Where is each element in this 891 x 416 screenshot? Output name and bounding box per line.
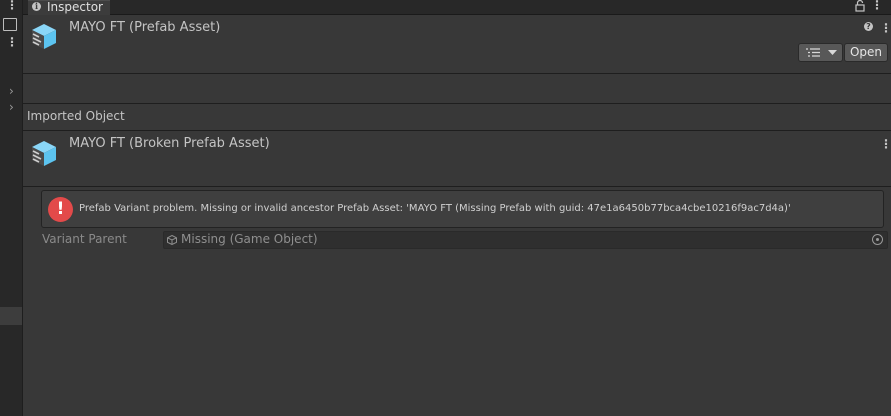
prefab-cube-icon (32, 24, 56, 49)
error-help-box: ! Prefab Variant problem. Missing or inv… (41, 190, 884, 228)
panel-menu-icon[interactable]: ⋮ (6, 0, 18, 11)
variant-parent-value: Missing (Game Object) (181, 232, 318, 246)
chevron-right-icon[interactable]: › (9, 84, 14, 98)
tab-inspector[interactable]: i Inspector (28, 0, 110, 15)
panel-menu-icon-2[interactable]: ⋮ (6, 36, 18, 48)
imported-menu-icon[interactable]: ⋮ (880, 137, 891, 151)
window-restore-icon[interactable] (3, 18, 17, 31)
variant-parent-label: Variant Parent (42, 232, 127, 246)
dropdown-arrow-icon (828, 50, 837, 55)
error-icon: ! (48, 197, 73, 222)
open-button[interactable]: Open (844, 43, 888, 62)
imported-object-label: Imported Object (27, 109, 125, 123)
asset-title: MAYO FT (Prefab Asset) (69, 20, 221, 35)
prefab-cube-icon (32, 141, 56, 166)
divider (23, 130, 891, 131)
divider (23, 73, 891, 74)
info-icon: i (32, 2, 41, 11)
divider (23, 103, 891, 104)
divider (23, 186, 891, 187)
selected-row[interactable] (0, 307, 22, 325)
object-picker-icon[interactable] (872, 234, 883, 245)
view-options-dropdown[interactable] (798, 43, 843, 62)
game-object-icon (167, 235, 177, 245)
header-menu-icon[interactable]: ⋮ (880, 21, 891, 35)
error-message: Prefab Variant problem. Missing or inval… (79, 203, 791, 214)
imported-object-title: MAYO FT (Broken Prefab Asset) (69, 136, 270, 151)
tab-bar: i Inspector ⋮ (23, 0, 891, 15)
left-panel-strip: ⋮ ⋮ › › (0, 0, 23, 416)
help-icon[interactable]: ? (864, 22, 873, 31)
tab-label: Inspector (47, 0, 103, 14)
lock-icon[interactable] (855, 0, 865, 12)
chevron-right-icon-2[interactable]: › (9, 100, 14, 114)
tab-menu-icon[interactable]: ⋮ (871, 0, 883, 12)
variant-parent-field[interactable]: Missing (Game Object) (163, 231, 888, 249)
list-icon (806, 48, 820, 57)
